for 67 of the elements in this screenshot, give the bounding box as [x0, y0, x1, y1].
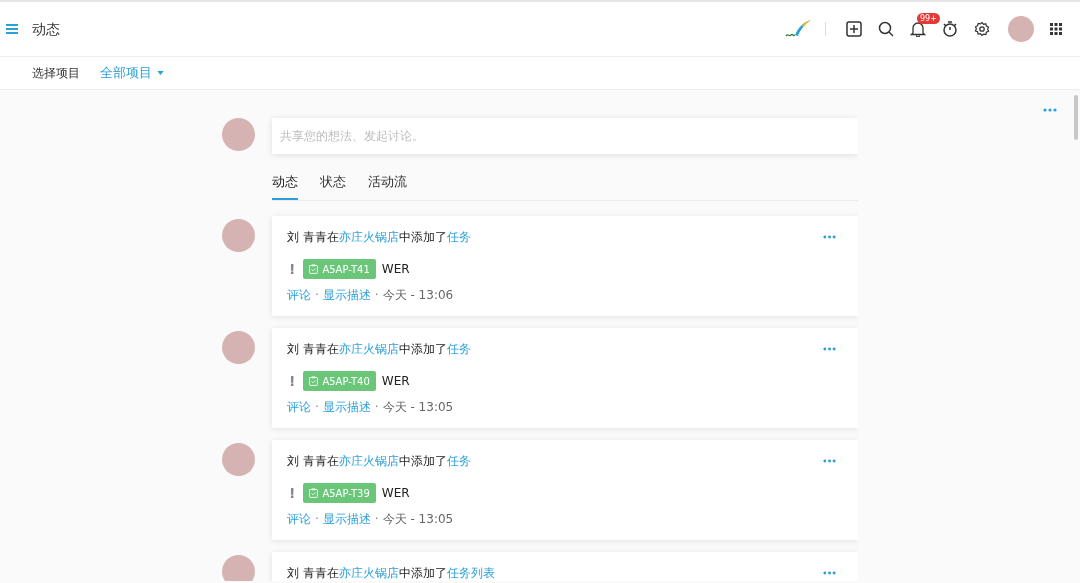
page-title: 动态: [32, 19, 60, 39]
item-link[interactable]: 任务: [446, 341, 471, 356]
notification-count: 99+: [917, 13, 940, 24]
caret-icon: [157, 71, 164, 75]
action-link[interactable]: 显示描述: [322, 509, 371, 528]
more-icon[interactable]: [1043, 108, 1057, 112]
separator-dot: ·: [315, 286, 319, 304]
action-link[interactable]: 显示描述: [322, 397, 371, 416]
clipboard-check-icon: [309, 376, 319, 386]
clipboard-check-icon: [309, 488, 319, 498]
action-link[interactable]: 显示描述: [322, 285, 371, 304]
stopwatch-icon[interactable]: [942, 21, 958, 37]
separator-dot: ·: [374, 398, 379, 416]
timestamp: 今天 - 13:05: [382, 398, 454, 416]
tab[interactable]: 活动流: [368, 172, 407, 200]
task-tag[interactable]: A5AP-T41: [303, 259, 376, 279]
task-title: WER: [381, 373, 410, 390]
user-avatar: [222, 442, 255, 476]
action-link[interactable]: 评论: [287, 397, 311, 416]
project-link[interactable]: 亦庄火锅店: [338, 341, 399, 356]
timestamp: 今天 - 13:05: [382, 510, 454, 528]
project-link[interactable]: 亦庄火锅店: [338, 453, 399, 468]
action-link[interactable]: 评论: [287, 509, 311, 528]
item-link[interactable]: 任务: [446, 453, 471, 468]
post-input-field[interactable]: 共享您的想法、发起讨论。: [272, 118, 858, 154]
separator-dot: ·: [315, 510, 319, 528]
separator-dot: ·: [374, 286, 379, 304]
project-dropdown[interactable]: 全部项目: [100, 63, 164, 83]
scrollbar[interactable]: [1074, 95, 1078, 140]
user-avatar: [222, 330, 255, 364]
priority-mark: !: [289, 259, 296, 279]
task-title: WER: [381, 485, 410, 502]
filter-label: 选择项目: [32, 65, 80, 82]
task-tag[interactable]: A5AP-T39: [303, 483, 376, 503]
task-title: WER: [381, 261, 410, 278]
separator-dot: ·: [374, 510, 379, 528]
activity-text: 刘 青青在亦庄火锅店中添加了任务: [287, 228, 471, 246]
tab[interactable]: 动态: [272, 172, 298, 200]
task-tag[interactable]: A5AP-T40: [303, 371, 376, 391]
project-link[interactable]: 亦庄火锅店: [338, 229, 399, 244]
timestamp: 今天 - 13:06: [382, 286, 454, 304]
more-icon[interactable]: [823, 346, 836, 351]
clipboard-check-icon: [309, 264, 319, 274]
settings-icon[interactable]: [974, 21, 990, 37]
add-icon[interactable]: [846, 21, 862, 37]
project-link[interactable]: 亦庄火锅店: [338, 565, 399, 580]
user-avatar: [222, 554, 255, 581]
action-link[interactable]: 评论: [287, 285, 311, 304]
activity-text: 刘 青青在亦庄火锅店中添加了任务列表: [287, 564, 495, 581]
tab[interactable]: 状态: [320, 172, 346, 200]
activity-text: 刘 青青在亦庄火锅店中添加了任务: [287, 340, 471, 358]
more-icon[interactable]: [823, 234, 836, 239]
priority-mark: !: [289, 371, 296, 391]
separator-dot: ·: [315, 398, 319, 416]
more-icon[interactable]: [823, 458, 836, 463]
notification-bell-icon[interactable]: [910, 21, 926, 37]
item-link[interactable]: 任务列表: [446, 565, 495, 580]
menu-icon[interactable]: [6, 24, 18, 34]
item-link[interactable]: 任务: [446, 229, 471, 244]
user-avatar: [222, 218, 255, 252]
more-icon[interactable]: [823, 570, 836, 575]
user-avatar[interactable]: [1008, 16, 1034, 42]
priority-mark: !: [289, 483, 296, 503]
activity-text: 刘 青青在亦庄火锅店中添加了任务: [287, 452, 471, 470]
user-avatar: [222, 118, 255, 151]
app-grid-icon[interactable]: [1050, 23, 1062, 35]
search-icon[interactable]: [878, 21, 894, 37]
